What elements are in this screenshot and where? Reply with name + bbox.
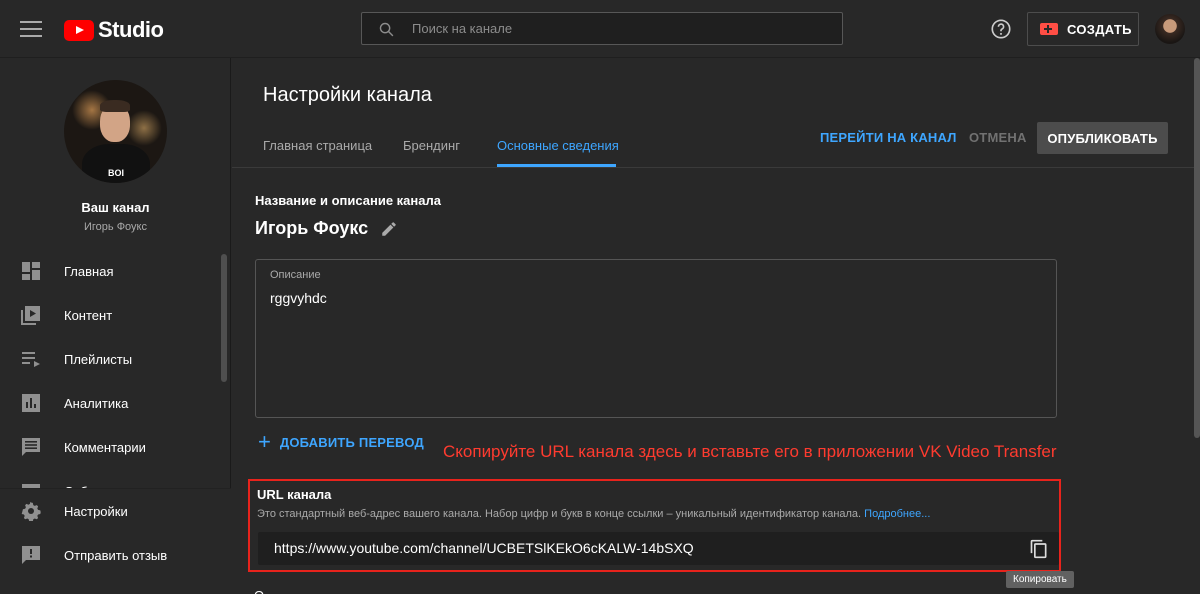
sidebar-item-feedback[interactable]: Отправить отзыв xyxy=(0,533,220,577)
channel-name: Игорь Фоукс xyxy=(255,218,369,238)
sidebar-item-content[interactable]: Контент xyxy=(0,293,220,337)
tabs-divider xyxy=(232,167,1200,168)
sidebar-item-dashboard[interactable]: Главная xyxy=(0,249,220,293)
tab-branding[interactable]: Брендинг xyxy=(403,138,460,153)
copy-tooltip: Копировать xyxy=(1006,571,1074,588)
account-avatar[interactable] xyxy=(1155,14,1185,44)
url-section-title: URL канала xyxy=(257,487,332,502)
section-title: Название и описание канала xyxy=(255,193,441,208)
sidebar-item-label: Контент xyxy=(64,307,113,323)
help-icon[interactable] xyxy=(990,18,1012,40)
channel-url-section: URL канала Это стандартный веб-адрес ваш… xyxy=(248,479,1061,572)
top-bar: Studio СОЗДАТЬ xyxy=(0,0,1200,58)
menu-icon[interactable] xyxy=(20,21,42,37)
learn-more-link[interactable]: Подробнее... xyxy=(864,508,930,520)
channel-name-label: Игорь Фоукс xyxy=(84,221,147,233)
edit-pencil-icon[interactable] xyxy=(380,220,398,238)
sidebar-bottom: Настройки Отправить отзыв xyxy=(0,488,231,594)
logo-text: Studio xyxy=(98,17,164,42)
tab-home-page[interactable]: Главная страница xyxy=(263,138,372,153)
description-field[interactable]: Описание rggvyhdc xyxy=(255,259,1057,418)
sidebar-item-playlists[interactable]: Плейлисты xyxy=(0,337,220,381)
youtube-logo-icon xyxy=(64,19,94,41)
avatar-shirt-text: BOI xyxy=(108,168,125,178)
sidebar-item-settings[interactable]: Настройки xyxy=(0,489,220,533)
create-video-icon xyxy=(1040,23,1058,35)
playlists-icon xyxy=(22,352,40,367)
sidebar-item-analytics[interactable]: Аналитика xyxy=(0,381,220,425)
channel-url-field[interactable]: https://www.youtube.com/channel/UCBETSlK… xyxy=(258,532,1059,565)
dashboard-icon xyxy=(22,262,40,280)
comments-icon xyxy=(22,438,40,456)
add-translation-label: ДОБАВИТЬ ПЕРЕВОД xyxy=(279,434,424,450)
sidebar-scrollbar[interactable] xyxy=(221,254,227,382)
main-scrollbar[interactable] xyxy=(1194,58,1200,438)
description-value[interactable]: rggvyhdc xyxy=(270,290,327,306)
cancel-button[interactable]: ОТМЕНА xyxy=(969,130,1027,145)
channel-avatar[interactable]: BOI xyxy=(64,80,167,183)
url-description-text: Это стандартный веб-адрес вашего канала.… xyxy=(257,508,862,520)
your-channel-label: Ваш канал xyxy=(81,200,150,215)
create-button[interactable]: СОЗДАТЬ xyxy=(1027,12,1139,46)
copy-icon[interactable] xyxy=(1029,539,1049,559)
main-content: Настройки канала Главная страница Бренди… xyxy=(232,58,1200,594)
next-section-title: О xyxy=(254,588,264,594)
sidebar-item-label: Отправить отзыв xyxy=(64,547,168,563)
url-section-description: Это стандартный веб-адрес вашего канала.… xyxy=(257,508,930,520)
sidebar-item-label: Плейлисты xyxy=(64,351,133,367)
channel-name-row: Игорь Фоукс xyxy=(255,218,398,239)
sidebar: BOI Ваш канал Игорь Фоукс Главная Контен… xyxy=(0,58,231,594)
go-to-channel-button[interactable]: ПЕРЕЙТИ НА КАНАЛ xyxy=(820,130,957,145)
publish-button[interactable]: ОПУБЛИКОВАТЬ xyxy=(1037,122,1168,154)
analytics-icon xyxy=(22,394,40,412)
search-input[interactable] xyxy=(412,13,832,44)
settings-icon xyxy=(21,501,41,521)
sidebar-item-label: Аналитика xyxy=(64,395,129,411)
search-box[interactable] xyxy=(361,12,843,45)
tab-basic-info[interactable]: Основные сведения xyxy=(497,138,619,153)
sidebar-item-label: Главная xyxy=(64,263,114,279)
sidebar-item-comments[interactable]: Комментарии xyxy=(0,425,220,469)
feedback-icon xyxy=(22,546,40,564)
add-translation-button[interactable]: + ДОБАВИТЬ ПЕРЕВОД xyxy=(258,429,424,454)
sidebar-item-label: Комментарии xyxy=(64,439,146,455)
plus-icon: + xyxy=(258,429,271,454)
annotation-text: Скопируйте URL канала здесь и вставьте е… xyxy=(443,442,1057,461)
channel-url-value[interactable]: https://www.youtube.com/channel/UCBETSlK… xyxy=(274,540,694,556)
youtube-studio-logo[interactable]: Studio xyxy=(64,17,164,43)
search-icon xyxy=(379,22,394,37)
create-button-label: СОЗДАТЬ xyxy=(1067,21,1132,37)
page-title: Настройки канала xyxy=(263,84,432,106)
sidebar-item-label: Настройки xyxy=(64,503,128,519)
content-icon xyxy=(21,306,40,325)
description-label: Описание xyxy=(270,269,321,281)
